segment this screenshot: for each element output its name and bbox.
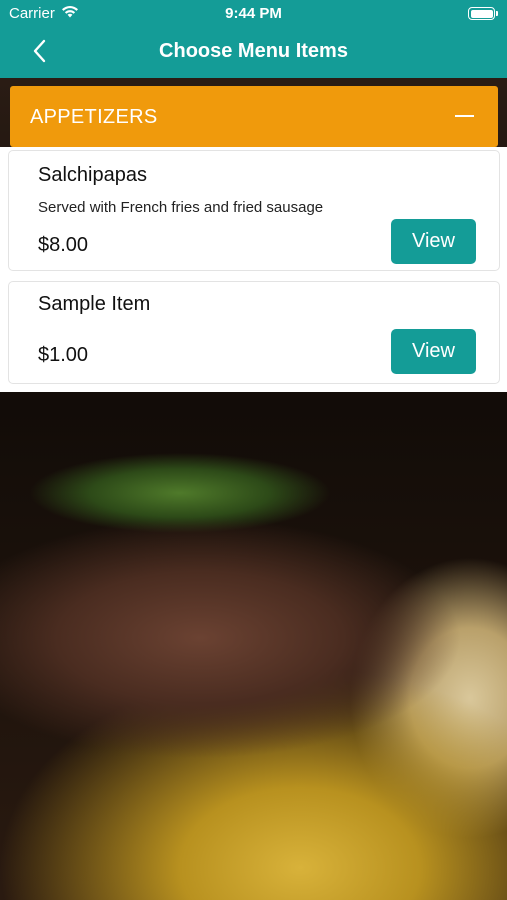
status-bar: Carrier 9:44 PM <box>0 0 507 28</box>
section-title: APPETIZERS <box>30 106 158 128</box>
view-button[interactable]: View <box>391 219 476 264</box>
menu-item-card: Sample Item $1.00 View <box>8 281 500 384</box>
item-name: Salchipapas <box>38 164 147 186</box>
status-time: 9:44 PM <box>225 5 282 22</box>
item-name: Sample Item <box>38 293 151 315</box>
item-description: Served with French fries and fried sausa… <box>38 199 324 216</box>
navigation-bar: Choose Menu Items <box>0 28 507 78</box>
item-price: $8.00 <box>38 234 89 256</box>
view-button[interactable]: View <box>391 329 476 374</box>
menu-items-list: Salchipapas Served with French fries and… <box>0 147 507 392</box>
battery-icon <box>468 7 498 20</box>
minus-icon[interactable] <box>455 115 474 117</box>
item-price: $1.00 <box>38 344 89 366</box>
menu-item-card: Salchipapas Served with French fries and… <box>8 150 500 271</box>
section-header-appetizers[interactable]: APPETIZERS <box>10 86 498 147</box>
page-title: Choose Menu Items <box>159 40 348 62</box>
